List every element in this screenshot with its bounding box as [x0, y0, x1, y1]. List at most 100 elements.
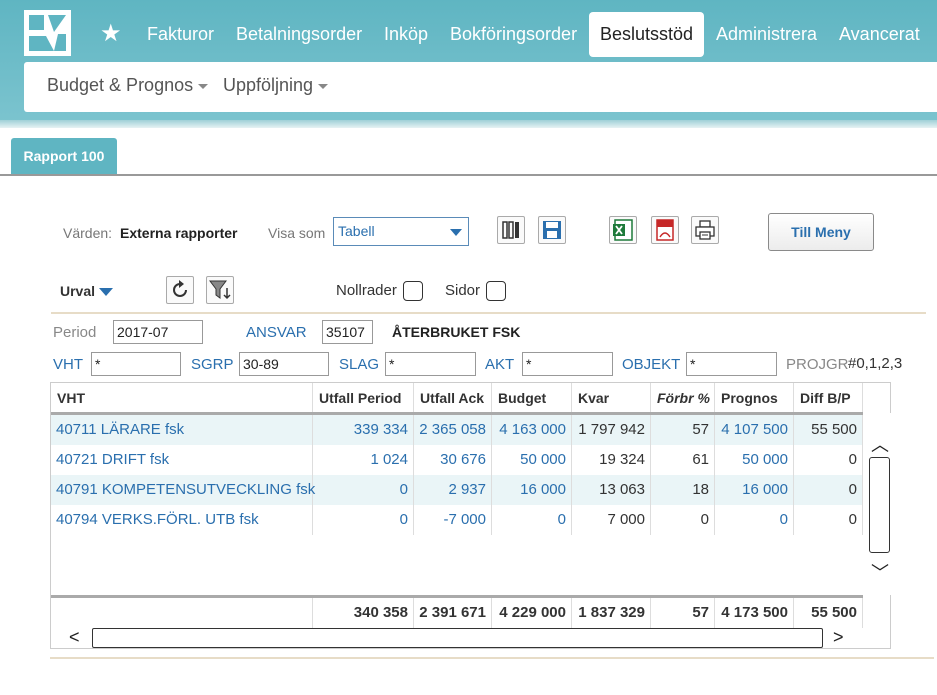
objekt-input[interactable]: *	[686, 352, 777, 376]
to-menu-button[interactable]: Till Meny	[768, 213, 874, 251]
cell-prognos[interactable]: 4 107 500	[715, 415, 794, 445]
cell-utfall-period[interactable]: 1 024	[313, 445, 414, 475]
column-header-utfall-period[interactable]: Utfall Period	[313, 383, 414, 413]
column-header-budget[interactable]: Budget	[492, 383, 572, 413]
column-header-vht[interactable]: VHT	[51, 383, 313, 413]
cell-prognos[interactable]: 16 000	[715, 475, 794, 505]
vht-input[interactable]: *	[91, 352, 181, 376]
table-row[interactable]: 40721 DRIFT fsk 1 024 30 676 50 000 19 3…	[51, 445, 863, 475]
tab-divider	[0, 174, 937, 176]
vertical-scroll-thumb[interactable]	[869, 457, 890, 553]
scroll-down-icon[interactable]: ﹀	[871, 559, 889, 585]
cell-budget[interactable]: 16 000	[492, 475, 572, 505]
column-header-kvar[interactable]: Kvar	[572, 383, 651, 413]
cell-budget[interactable]: 4 163 000	[492, 415, 572, 445]
selection-label: Urval	[60, 283, 96, 299]
total-utfall-period: 340 358	[313, 598, 414, 628]
period-label: Period	[53, 324, 97, 341]
horizontal-scroll-thumb[interactable]	[92, 628, 823, 648]
ansvar-label: ANSVAR	[246, 324, 307, 341]
save-button[interactable]	[538, 216, 566, 244]
nav-item-administrera[interactable]: Administrera	[705, 12, 828, 57]
objekt-label: OBJEKT	[622, 356, 681, 373]
top-navigation-bar: ★ Fakturor Betalningsorder Inköp Bokföri…	[0, 0, 937, 125]
table-row[interactable]: 40794 VERKS.FÖRL. UTB fsk 0 -7 000 0 7 0…	[51, 505, 863, 535]
table-row[interactable]: 40711 LÄRARE fsk 339 334 2 365 058 4 163…	[51, 415, 863, 445]
printer-icon	[695, 220, 715, 240]
cell-utfall-ack[interactable]: 30 676	[414, 445, 492, 475]
scroll-left-icon[interactable]: <	[69, 627, 80, 648]
export-pdf-button[interactable]	[651, 216, 679, 244]
subnav-budget-prognos-label: Budget & Prognos	[47, 75, 194, 95]
column-header-utfall-ack[interactable]: Utfall Ack	[414, 383, 492, 413]
cell-vht[interactable]: 40794 VERKS.FÖRL. UTB fsk	[51, 505, 313, 535]
cell-vht[interactable]: 40791 KOMPETENSUTVECKLING fsk	[51, 475, 315, 505]
slag-input[interactable]: *	[385, 352, 476, 376]
cell-vht[interactable]: 40711 LÄRARE fsk	[51, 415, 313, 445]
filter-button[interactable]	[206, 276, 234, 304]
scroll-up-icon[interactable]: ︿	[871, 431, 889, 457]
column-header-forbr-percent[interactable]: Förbr %	[651, 383, 715, 413]
sub-navigation: Budget & Prognos Uppföljning	[24, 62, 937, 112]
chevron-down-icon	[318, 83, 329, 89]
sgrp-input[interactable]: 30-89	[239, 352, 329, 376]
period-input[interactable]: 2017-07	[113, 320, 203, 344]
nollrader-checkbox[interactable]	[403, 281, 423, 301]
subnav-uppfoljning[interactable]: Uppföljning	[223, 75, 329, 96]
bottom-separator	[50, 657, 934, 659]
total-kvar: 1 837 329	[572, 598, 651, 628]
cell-diff-bp: 0	[794, 475, 863, 505]
column-header-diff-bp[interactable]: Diff B/P	[794, 383, 863, 413]
export-excel-button[interactable]	[609, 216, 637, 244]
refresh-icon	[173, 280, 187, 297]
nav-item-beslutsstod[interactable]: Beslutsstöd	[589, 12, 705, 57]
filter-separator	[51, 312, 926, 314]
show-as-selected-value: Tabell	[338, 223, 375, 239]
tab-rapport-100[interactable]: Rapport 100	[11, 138, 117, 175]
excel-icon	[613, 219, 633, 241]
cell-utfall-ack[interactable]: 2 937	[414, 475, 492, 505]
subnav-budget-prognos[interactable]: Budget & Prognos	[47, 75, 209, 96]
nav-item-bokforingsorder[interactable]: Bokföringsorder	[439, 12, 588, 57]
table-row[interactable]: 40791 KOMPETENSUTVECKLING fsk 0 2 937 16…	[51, 475, 863, 505]
cell-prognos[interactable]: 50 000	[715, 445, 794, 475]
ansvar-input[interactable]: 35107	[322, 320, 373, 344]
nollrader-label: Nollrader	[336, 282, 397, 299]
nav-item-betalningsorder[interactable]: Betalningsorder	[225, 12, 373, 57]
sidor-checkbox[interactable]	[486, 281, 506, 301]
refresh-button[interactable]	[166, 276, 194, 304]
cell-budget[interactable]: 0	[492, 505, 572, 535]
print-button[interactable]	[691, 216, 719, 244]
sidor-label: Sidor	[445, 282, 481, 299]
cell-budget[interactable]: 50 000	[492, 445, 572, 475]
cell-kvar: 13 063	[572, 475, 651, 505]
vertical-scrollbar[interactable]: ︿ ﹀	[863, 413, 891, 595]
akt-input[interactable]: *	[522, 352, 613, 376]
cell-utfall-ack[interactable]: 2 365 058	[414, 415, 492, 445]
column-header-prognos[interactable]: Prognos	[715, 383, 794, 413]
cell-prognos[interactable]: 0	[715, 505, 794, 535]
cell-utfall-period[interactable]: 0	[313, 475, 414, 505]
nav-item-fakturor[interactable]: Fakturor	[136, 12, 225, 57]
scroll-right-icon[interactable]: >	[833, 627, 844, 648]
favorites-star-icon[interactable]: ★	[100, 20, 122, 48]
akt-label: AKT	[485, 356, 515, 373]
columns-button[interactable]	[497, 216, 525, 244]
nav-item-avancerat[interactable]: Avancerat	[828, 12, 931, 57]
show-as-select[interactable]: Tabell	[333, 217, 469, 246]
report-table: VHT Utfall Period Utfall Ack Budget Kvar…	[50, 382, 891, 649]
cell-forbr-percent: 61	[651, 445, 715, 475]
cell-diff-bp: 0	[794, 505, 863, 535]
cell-utfall-ack[interactable]: -7 000	[414, 505, 492, 535]
total-utfall-ack: 2 391 671	[414, 598, 492, 628]
cell-utfall-period[interactable]: 0	[313, 505, 414, 535]
chevron-down-icon	[198, 83, 209, 89]
selection-toggle[interactable]: Urval	[60, 283, 114, 299]
nav-item-inkop[interactable]: Inköp	[373, 12, 439, 57]
cell-utfall-period[interactable]: 339 334	[313, 415, 414, 445]
cell-vht[interactable]: 40721 DRIFT fsk	[51, 445, 313, 475]
app-logo-icon[interactable]	[24, 10, 71, 56]
total-budget: 4 229 000	[492, 598, 572, 628]
cell-kvar: 19 324	[572, 445, 651, 475]
total-diff-bp: 55 500	[794, 598, 863, 628]
